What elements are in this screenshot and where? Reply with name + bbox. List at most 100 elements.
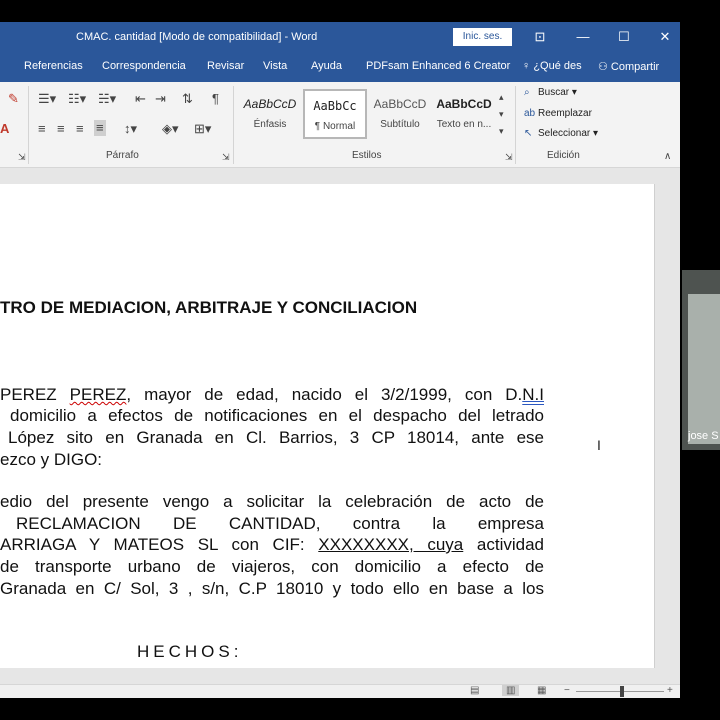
find-button[interactable]: ⌕ Buscar ▾ <box>524 87 577 98</box>
styles-launcher-icon[interactable]: ⇲ <box>505 150 513 164</box>
style-name: ¶ Normal <box>314 121 356 132</box>
print-layout-icon[interactable]: ▥ <box>502 685 520 696</box>
section-heading-hechos: HECHOS: <box>137 642 243 661</box>
collapse-ribbon-icon[interactable]: ∧ <box>664 150 671 164</box>
style-name: Subtítulo <box>380 119 420 130</box>
multilevel-list-icon[interactable]: ☵▾ <box>98 92 116 106</box>
zoom-in-icon[interactable]: + <box>667 685 673 696</box>
participant-name: jose S <box>688 430 719 442</box>
document-page[interactable]: TRO DE MEDIACION, ARBITRAJE Y CONCILIACI… <box>0 184 655 668</box>
align-left-icon[interactable]: ≡ <box>38 122 46 136</box>
style-preview: AaBbCcD <box>436 97 492 111</box>
paragraph-line: PEREZ PEREZ, mayor de edad, nacido el 3/… <box>0 385 544 405</box>
text-cursor-icon: I <box>597 437 601 453</box>
align-center-icon[interactable]: ≡ <box>57 122 65 136</box>
video-participant-tile: jose S <box>682 270 720 450</box>
search-icon: ⌕ <box>524 87 530 98</box>
paragraph-line: López sito en Granada en Cl. Barrios, 3 … <box>8 428 544 447</box>
separator <box>28 86 29 164</box>
web-layout-icon[interactable]: ▦ <box>537 685 546 696</box>
style-preview: AaBbCcD <box>373 97 427 111</box>
paragraph-line: domicilio a efectos de notificaciones en… <box>10 406 544 425</box>
increase-indent-icon[interactable]: ⇥ <box>155 92 166 106</box>
font-launcher-icon[interactable]: ⇲ <box>18 150 26 164</box>
select-button[interactable]: ↖ Seleccionar ▾ <box>524 128 598 139</box>
align-right-icon[interactable]: ≡ <box>76 122 84 136</box>
title-bar: CMAC. cantidad [Modo de compatibilidad] … <box>0 22 680 52</box>
share-button[interactable]: ⚇ Compartir <box>598 60 659 73</box>
style-name: Énfasis <box>253 119 287 130</box>
tab-revisar[interactable]: Revisar <box>207 60 244 72</box>
cursor-arrow-icon: ↖ <box>524 128 533 139</box>
tab-ayuda[interactable]: Ayuda <box>311 60 342 72</box>
group-label-paragraph: Párrafo <box>106 150 139 161</box>
line-spacing-icon[interactable]: ↕▾ <box>124 122 137 136</box>
minimize-icon[interactable]: — <box>573 27 593 47</box>
window-title: CMAC. cantidad [Modo de compatibilidad] … <box>76 31 318 43</box>
paragraph-line: Granada en C/ Sol, 3 , s/n, C.P 18010 y … <box>0 579 544 598</box>
styles-more-icon[interactable]: ▾ <box>499 124 504 138</box>
styles-scroll-up-icon[interactable]: ▴ <box>499 90 504 104</box>
zoom-out-icon[interactable]: − <box>564 685 570 696</box>
tab-referencias[interactable]: Referencias <box>24 60 83 72</box>
paragraph-line: RECLAMACION DE CANTIDAD, contra la empre… <box>16 514 544 533</box>
status-bar: ▤ ▥ ▦ − + <box>0 684 680 698</box>
text-run: PEREZ <box>0 385 57 404</box>
tab-correspondencia[interactable]: Correspondencia <box>102 60 186 72</box>
highlighter-icon[interactable]: ✎ <box>8 92 19 106</box>
ribbon-display-options-icon[interactable]: ⊡ <box>530 27 550 47</box>
style-preview: AaBbCc <box>313 99 357 113</box>
shading-icon[interactable]: ◈▾ <box>162 122 179 136</box>
underlined-text: XXXXXXXX, cuya <box>318 535 464 554</box>
paragraph-line: ARRIAGA Y MATEOS SL con CIF: XXXXXXXX, c… <box>0 535 544 555</box>
maximize-icon[interactable]: ☐ <box>614 27 634 47</box>
grammar-flag: N.I <box>522 385 544 404</box>
sort-icon[interactable]: ⇅ <box>182 92 193 106</box>
paragraph-line: ezco y DIGO: <box>0 450 103 469</box>
ribbon: ✎ A ⇲ ☰▾ ☷▾ ☵▾ ⇤ ⇥ ⇅ ¶ ≡ ≡ ≡ ≡ ↕▾ ◈▾ ⊞▾ … <box>0 82 680 168</box>
read-mode-icon[interactable]: ▤ <box>470 685 479 696</box>
tab-vista[interactable]: Vista <box>263 60 287 72</box>
font-color-icon[interactable]: A <box>0 122 9 136</box>
styles-scroll-down-icon[interactable]: ▾ <box>499 107 504 121</box>
style-name: Texto en n... <box>436 119 492 130</box>
share-label: Compartir <box>610 61 660 73</box>
person-icon: ⚇ <box>598 61 611 73</box>
replace-label: Reemplazar <box>538 108 592 119</box>
find-label: Buscar <box>538 87 570 98</box>
justify-icon[interactable]: ≡ <box>94 120 106 136</box>
ribbon-tabs: Referencias Correspondencia Revisar Vist… <box>0 52 680 82</box>
text-run: , mayor de edad, nacido el 3/2/1999, con… <box>126 385 523 404</box>
text-run: actividad <box>463 535 544 554</box>
close-icon[interactable]: ✕ <box>655 27 675 47</box>
numbering-icon[interactable]: ☷▾ <box>68 92 86 106</box>
style-preview: AaBbCcD <box>243 97 297 111</box>
pilcrow-icon[interactable]: ¶ <box>212 92 219 106</box>
style-emphasis[interactable]: AaBbCcD Énfasis <box>238 89 302 139</box>
sign-in-button[interactable]: Inic. ses. <box>453 28 512 46</box>
zoom-slider-thumb[interactable] <box>620 686 624 697</box>
paragraph-line: de transporte urbano de viajeros, con do… <box>0 557 544 576</box>
misspelled-word: PEREZ <box>69 385 127 404</box>
style-subtitle[interactable]: AaBbCcD Subtítulo <box>368 89 432 139</box>
vertical-scrollbar[interactable] <box>666 184 676 668</box>
replace-button[interactable]: ab Reemplazar <box>524 108 592 119</box>
separator <box>515 86 516 164</box>
style-strong[interactable]: AaBbCcD Texto en n... <box>432 89 496 139</box>
tab-pdfsam[interactable]: PDFsam Enhanced 6 Creator <box>366 60 510 72</box>
decrease-indent-icon[interactable]: ⇤ <box>135 92 146 106</box>
group-label-editing: Edición <box>547 150 580 161</box>
tell-me-search[interactable]: ♀ ¿Qué des <box>522 60 582 72</box>
style-normal[interactable]: AaBbCc ¶ Normal <box>303 89 367 139</box>
replace-icon: ab <box>524 108 536 119</box>
lightbulb-icon: ♀ <box>522 60 534 72</box>
video-feed <box>688 294 720 444</box>
text-run: ARRIAGA Y MATEOS SL con CIF: <box>0 535 319 554</box>
paragraph-line: edio del presente vengo a solicitar la c… <box>0 492 544 511</box>
group-label-styles: Estilos <box>352 150 382 161</box>
select-label: Seleccionar <box>538 128 591 139</box>
tell-me-label: ¿Qué des <box>533 60 582 72</box>
borders-icon[interactable]: ⊞▾ <box>194 122 211 136</box>
paragraph-launcher-icon[interactable]: ⇲ <box>222 150 230 164</box>
bullets-icon[interactable]: ☰▾ <box>38 92 56 106</box>
